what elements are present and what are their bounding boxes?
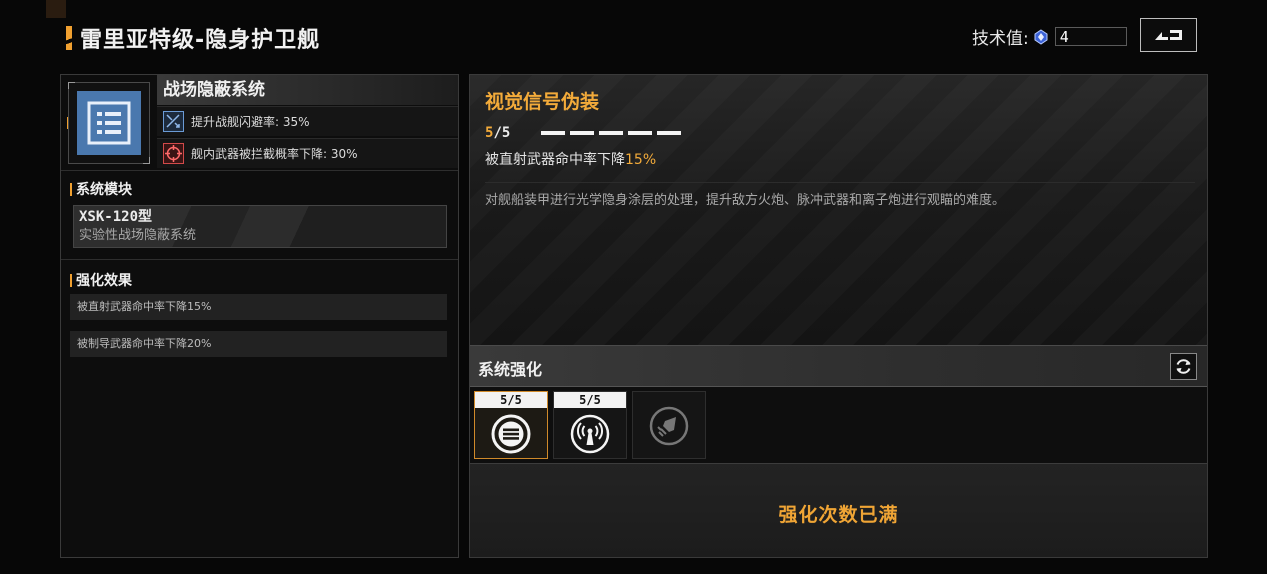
stat-text: 提升战舰闪避率: 35% [191, 115, 310, 129]
refresh-button[interactable] [1170, 353, 1197, 380]
tech-value-display: 技术值: 4 [972, 24, 1127, 49]
page-title: 雷里亚特级-隐身护卫舰 [80, 28, 321, 53]
effect-item: 被直射武器命中率下降15% [70, 294, 447, 320]
module-card[interactable]: XSK-120型 实验性战场隐蔽系统 [73, 205, 447, 248]
enhance-status: 强化次数已满 [470, 463, 1207, 557]
system-header: 战场隐蔽系统 提升战舰闪避率: 35% 舰内武器被拦截概率下降: 30% [61, 75, 458, 171]
tech-label: 技术值: [972, 29, 1029, 49]
page-header: 雷里亚特级-隐身护卫舰 [66, 22, 320, 54]
tech-crystal-icon [1034, 28, 1048, 45]
effect-description: 对舰船装甲进行光学隐身涂层的处理，提升敌方火炮、脉冲武器和离子炮进行观瞄的难度。 [485, 193, 1006, 208]
enhance-header: 系统强化 [470, 345, 1207, 387]
effects-section-label: 强化效果 [70, 270, 132, 290]
disc-icon [491, 414, 531, 454]
slot-count: 5/5 [554, 392, 626, 408]
back-arrow-icon [1154, 30, 1182, 40]
module-section-label: 系统模块 [70, 179, 132, 199]
target-icon [163, 143, 184, 164]
signal-icon [570, 414, 610, 454]
enhancement-detail-panel: 视觉信号伪装 5/5 被直射武器命中率下降15% 对舰船装甲进行光学隐身涂层的处… [469, 74, 1208, 558]
detail-divider [485, 182, 1195, 183]
missile-icon [649, 406, 689, 446]
system-stat-intercept: 舰内武器被拦截概率下降: 30% [157, 138, 458, 168]
level-bar [541, 131, 565, 135]
title-accent-bar [66, 26, 72, 50]
list-icon [87, 101, 131, 145]
effect-line-prefix: 被直射武器命中率下降 [485, 152, 625, 168]
refresh-icon [1176, 359, 1191, 374]
stat-text: 舰内武器被拦截概率下降: 30% [191, 147, 358, 161]
module-description: 实验性战场隐蔽系统 [79, 228, 197, 243]
enhance-slot-disc[interactable]: 5/5 [474, 391, 548, 459]
enhance-max-text: 强化次数已满 [778, 504, 899, 526]
enhance-slots: 5/5 5/5 [470, 387, 1207, 463]
level-indicator: 5/5 [485, 125, 510, 141]
module-code: XSK-120型 [79, 209, 153, 225]
system-stat-evasion: 提升战舰闪避率: 35% [157, 106, 458, 136]
effect-title: 视觉信号伪装 [485, 91, 600, 113]
effect-value-line: 被直射武器命中率下降15% [485, 149, 656, 169]
slot-count: 5/5 [475, 392, 547, 408]
level-bar [570, 131, 594, 135]
evasion-icon [163, 111, 184, 132]
tech-value: 4 [1059, 27, 1069, 46]
back-button[interactable] [1140, 18, 1197, 52]
effect-detail: 视觉信号伪装 5/5 被直射武器命中率下降15% 对舰船装甲进行光学隐身涂层的处… [470, 75, 1207, 345]
enhance-title: 系统强化 [478, 360, 543, 379]
corner-decoration [46, 0, 66, 18]
system-icon-tile [77, 91, 141, 155]
enhance-slot-signal[interactable]: 5/5 [553, 391, 627, 459]
level-max: /5 [493, 125, 511, 141]
tech-value-box: 4 [1054, 27, 1127, 46]
system-name: 战场隐蔽系统 [157, 75, 458, 105]
level-bar [628, 131, 652, 135]
enhance-slot-missile[interactable] [632, 391, 706, 459]
system-icon-frame[interactable] [68, 82, 150, 164]
level-bar [657, 131, 681, 135]
system-info-panel: 战场隐蔽系统 提升战舰闪避率: 35% 舰内武器被拦截概率下降: 30% 系统模… [60, 74, 459, 558]
level-progress-bars [541, 131, 681, 135]
effect-item: 被制导武器命中率下降20% [70, 331, 447, 357]
section-divider [61, 259, 458, 260]
effect-line-value: 15% [625, 152, 657, 168]
level-bar [599, 131, 623, 135]
